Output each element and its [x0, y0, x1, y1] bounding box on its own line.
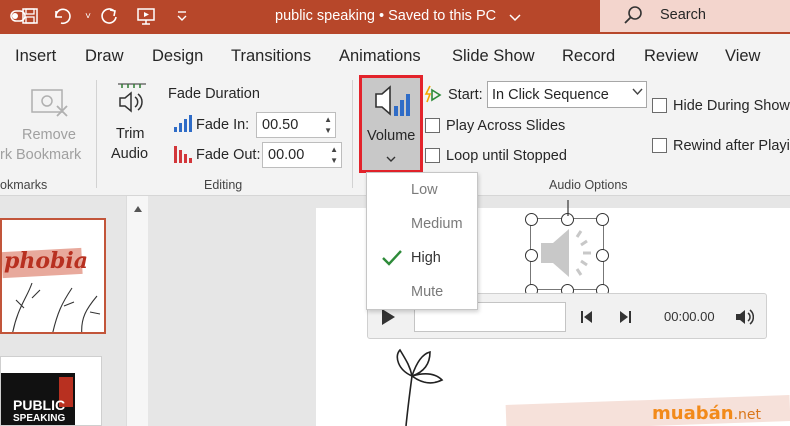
volume-label: Volume	[367, 128, 416, 144]
redo-icon[interactable]	[99, 6, 119, 26]
fade-out-value: 00.00	[268, 147, 305, 163]
watermark-logo: muabán.net	[652, 403, 761, 424]
hide-during-show-label: Hide During Show	[673, 98, 790, 114]
volume-menu-label: Medium	[411, 216, 463, 232]
resize-handle[interactable]	[596, 249, 609, 262]
volume-menu-label: Mute	[411, 284, 444, 300]
save-icon[interactable]	[20, 6, 40, 26]
fade-duration-label: Fade Duration	[168, 86, 260, 102]
tab-record[interactable]: Record	[562, 47, 615, 66]
title-bar: ˅ public speaking • Saved to this PC Sea…	[0, 0, 790, 34]
floral-drawing	[12, 282, 101, 332]
title-chevron-down-icon[interactable]	[505, 8, 525, 28]
slide-thumbnail-2-line2: SPEAKING	[13, 413, 66, 424]
volume-speaker-icon	[372, 82, 414, 125]
volume-menu: Low Medium High Mute	[366, 172, 478, 310]
rewind-after-playing-checkbox[interactable]	[652, 138, 667, 153]
checkmark-icon	[381, 248, 403, 271]
present-from-start-icon[interactable]	[136, 6, 156, 26]
rewind-after-playing-label: Rewind after Playi	[673, 138, 790, 154]
search-label: Search	[660, 7, 706, 23]
remove-bookmark-icon	[30, 88, 70, 123]
tab-draw[interactable]: Draw	[85, 47, 124, 66]
fade-out-icon	[173, 146, 193, 167]
speaker-icon	[535, 223, 599, 286]
fade-out-field[interactable]: 00.00 ▲ ▼	[262, 142, 342, 168]
audio-time-readout: 00:00.00	[664, 309, 715, 324]
watermark-brand: muabán	[652, 403, 734, 424]
start-label: Start:	[448, 87, 483, 103]
add-bookmark-partial-label: rk	[0, 147, 13, 163]
ribbon-tabs: Insert Draw Design Transitions Animation…	[0, 34, 790, 72]
search-icon	[622, 5, 644, 30]
slide-thumbnail-2-line1: PUBLIC	[13, 397, 66, 413]
resize-handle[interactable]	[525, 249, 538, 262]
tab-review[interactable]: Review	[644, 47, 698, 66]
watermark-tld: .net	[733, 407, 761, 423]
fade-out-spinner-icon[interactable]: ▲ ▼	[330, 144, 338, 166]
undo-icon[interactable]	[52, 6, 72, 26]
remove-bookmark-label-1: Remove	[22, 127, 76, 143]
tab-design[interactable]: Design	[152, 47, 203, 66]
start-dropdown-icon	[632, 87, 643, 99]
resize-handle[interactable]	[596, 213, 609, 226]
start-select-value: In Click Sequence	[492, 87, 609, 103]
tab-view[interactable]: View	[725, 47, 760, 66]
tab-insert[interactable]: Insert	[15, 47, 56, 66]
fade-out-label: Fade Out:	[196, 147, 261, 163]
customize-toolbar-icon[interactable]	[172, 6, 192, 26]
volume-menu-label: Low	[411, 182, 438, 198]
volume-button[interactable]: Volume	[359, 75, 423, 173]
rotate-handle-line	[567, 200, 569, 216]
audio-options-group-label: Audio Options	[549, 178, 628, 192]
fade-in-value: 00.50	[262, 117, 299, 133]
skip-forward-icon[interactable]	[618, 310, 632, 327]
slide-thumbnail-1[interactable]: phobia	[0, 218, 106, 334]
trim-label-2: Audio	[111, 146, 149, 162]
loop-until-stopped-checkbox[interactable]	[425, 148, 440, 163]
divider	[352, 80, 353, 188]
start-select[interactable]: In Click Sequence	[487, 81, 647, 108]
slide-thumbnail-1-text: phobia	[4, 248, 89, 274]
trim-label-1: Trim	[116, 126, 145, 142]
play-icon[interactable]	[380, 308, 396, 329]
fade-in-icon	[173, 115, 193, 136]
divider	[96, 80, 97, 188]
fade-in-field[interactable]: 00.50 ▲ ▼	[256, 112, 336, 138]
scroll-up-icon[interactable]	[133, 200, 143, 216]
remove-bookmark-button[interactable]: Remove Bookmark	[0, 122, 95, 167]
start-trigger-icon	[424, 84, 442, 109]
loop-until-stopped-label: Loop until Stopped	[446, 148, 567, 164]
volume-menu-item-high[interactable]: High	[367, 242, 477, 276]
tab-slide-show[interactable]: Slide Show	[452, 47, 535, 66]
thumbnails-scrollbar[interactable]	[126, 196, 148, 426]
resize-handle[interactable]	[525, 213, 538, 226]
hide-during-show-checkbox[interactable]	[652, 98, 667, 113]
skip-back-icon[interactable]	[580, 310, 594, 327]
bookmarks-group-label: okmarks	[0, 178, 48, 192]
fade-in-label: Fade In:	[196, 117, 250, 133]
volume-menu-item-medium[interactable]: Medium	[367, 208, 477, 242]
volume-chevron-down-icon	[386, 150, 396, 166]
audio-object[interactable]	[530, 218, 604, 290]
undo-dropdown-icon[interactable]: ˅	[78, 6, 98, 26]
document-title[interactable]: public speaking • Saved to this PC	[275, 8, 496, 24]
mute-toggle-icon[interactable]	[734, 308, 755, 329]
trim-audio-icon	[114, 80, 150, 121]
editing-group-label: Editing	[204, 178, 243, 192]
floral-drawing	[396, 348, 444, 426]
fade-in-spinner-icon[interactable]: ▲ ▼	[324, 114, 332, 136]
trim-audio-button[interactable]: Trim Audio	[104, 80, 160, 170]
search-box[interactable]: Search	[600, 0, 790, 32]
volume-menu-item-low[interactable]: Low	[367, 174, 477, 208]
slide-thumbnail-2[interactable]: PUBLIC SPEAKING	[0, 356, 102, 426]
tab-transitions[interactable]: Transitions	[231, 47, 311, 66]
volume-menu-label: High	[411, 250, 441, 266]
play-across-slides-label: Play Across Slides	[446, 118, 566, 134]
remove-bookmark-label-2: Bookmark	[16, 147, 82, 163]
tab-animations[interactable]: Animations	[339, 47, 421, 66]
play-across-slides-checkbox[interactable]	[425, 118, 440, 133]
volume-menu-item-mute[interactable]: Mute	[367, 276, 477, 310]
